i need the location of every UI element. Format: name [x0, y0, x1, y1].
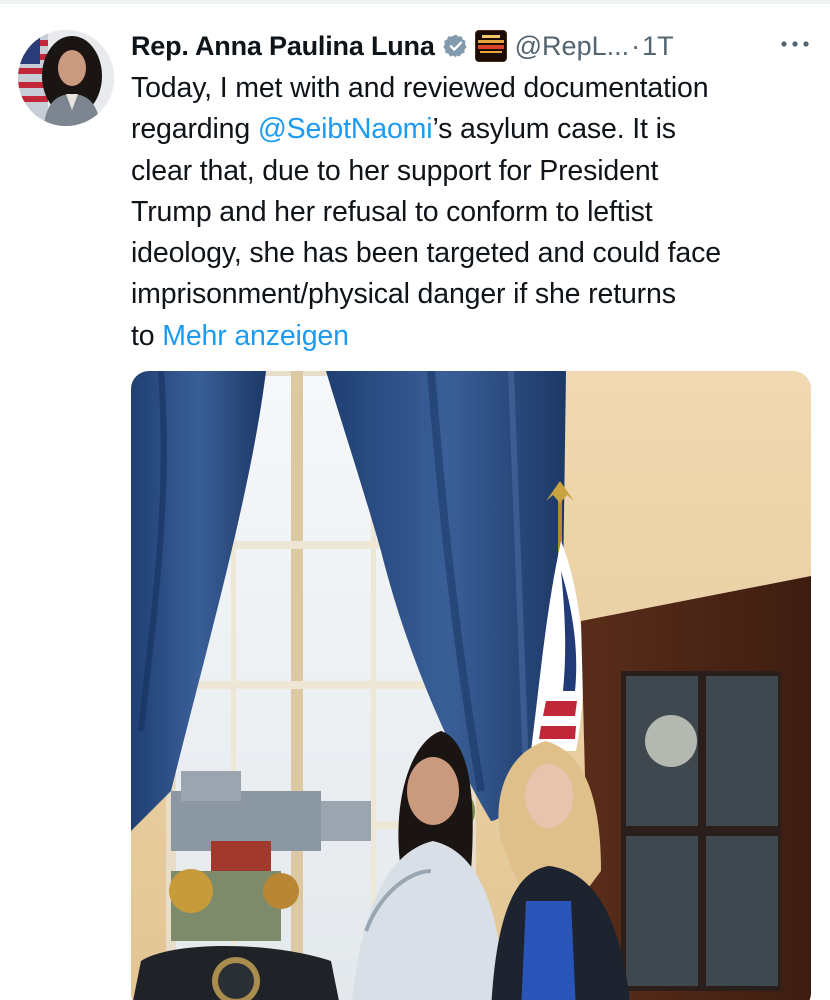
- tweet-line: Trump and her refusal to conform to left…: [131, 195, 653, 228]
- tweet-line: regarding @SeibtNaomi’s asylum case. It …: [131, 109, 821, 150]
- tweet-card[interactable]: Rep. Anna Paulina Luna @RepL... · 1T Tod…: [0, 0, 830, 1000]
- more-options-icon[interactable]: [778, 34, 812, 54]
- tweet-line: Today, I met with and reviewed documenta…: [131, 72, 709, 104]
- mention-link[interactable]: @SeibtNaomi: [258, 113, 433, 145]
- show-more-link[interactable]: Mehr anzeigen: [162, 320, 349, 352]
- tweet-line: to Mehr anzeigen: [131, 316, 821, 357]
- tweet-text-fragment: ’s asylum case. It is: [432, 113, 676, 146]
- tweet-text-fragment: to: [131, 319, 163, 352]
- verified-badge-icon[interactable]: [442, 33, 469, 59]
- tweet-text: Today, I met with and reviewed documenta…: [131, 68, 821, 357]
- affiliation-badge-icon[interactable]: [474, 30, 507, 62]
- display-name[interactable]: Rep. Anna Paulina Luna: [131, 31, 435, 62]
- timestamp[interactable]: 1T: [642, 31, 674, 62]
- author-handle[interactable]: @RepL...: [515, 31, 629, 62]
- avatar[interactable]: [18, 30, 114, 126]
- tweet-photo[interactable]: [131, 371, 811, 1000]
- divider: [0, 0, 830, 4]
- photo-illustration: [131, 371, 811, 1000]
- tweet-text-fragment: regarding: [131, 113, 258, 146]
- profile-photo-icon: [18, 30, 114, 126]
- tweet-line: ideology, she has been targeted and coul…: [131, 237, 721, 270]
- tweet-line: clear that, due to her support for Presi…: [131, 154, 659, 187]
- separator-dot: ·: [631, 30, 641, 61]
- tweet-line: imprisonment/physical danger if she retu…: [131, 278, 676, 311]
- tweet-header: Rep. Anna Paulina Luna @RepL... · 1T: [131, 24, 821, 68]
